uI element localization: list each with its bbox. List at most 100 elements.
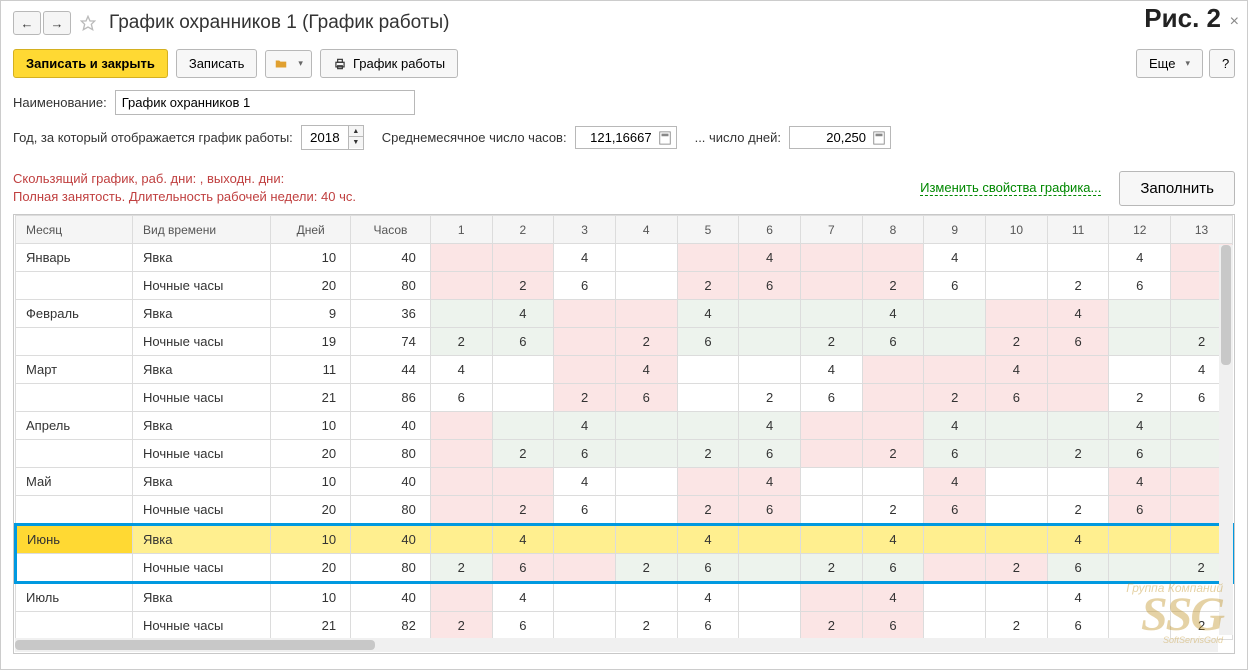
cell-day[interactable]: 2 — [1109, 384, 1171, 412]
table-row[interactable]: Ночные часы 21 86626262626 — [16, 384, 1233, 412]
cell-day[interactable] — [554, 583, 616, 612]
cell-hours[interactable]: 40 — [351, 583, 431, 612]
cell-day[interactable]: 4 — [986, 356, 1048, 384]
cell-day[interactable]: 2 — [554, 384, 616, 412]
attach-dropdown-button[interactable] — [265, 50, 312, 78]
cell-month[interactable] — [16, 384, 133, 412]
cell-type[interactable]: Ночные часы — [133, 384, 271, 412]
cell-day[interactable] — [1047, 468, 1109, 496]
cell-type[interactable]: Явка — [133, 525, 271, 554]
back-button[interactable]: ← — [13, 11, 41, 35]
cell-day[interactable]: 4 — [1109, 412, 1171, 440]
col-month[interactable]: Месяц — [16, 216, 133, 244]
cell-month[interactable]: Март — [16, 356, 133, 384]
cell-day[interactable] — [986, 440, 1048, 468]
cell-day[interactable] — [862, 356, 924, 384]
cell-type[interactable]: Ночные часы — [133, 496, 271, 525]
cell-month[interactable] — [16, 554, 133, 583]
col-day-9[interactable]: 9 — [924, 216, 986, 244]
cell-day[interactable] — [492, 384, 554, 412]
cell-day[interactable] — [1109, 554, 1171, 583]
cell-day[interactable] — [615, 244, 677, 272]
cell-month[interactable]: Май — [16, 468, 133, 496]
cell-day[interactable] — [1047, 384, 1109, 412]
cell-day[interactable] — [800, 412, 862, 440]
cell-days[interactable]: 20 — [271, 440, 351, 468]
cell-day[interactable] — [430, 244, 492, 272]
cell-month[interactable]: Июль — [16, 583, 133, 612]
cell-day[interactable]: 4 — [554, 468, 616, 496]
table-row[interactable]: Февраль Явка 9 364444 — [16, 300, 1233, 328]
cell-days[interactable]: 20 — [271, 554, 351, 583]
cell-month[interactable] — [16, 440, 133, 468]
cell-day[interactable] — [739, 356, 801, 384]
cell-month[interactable] — [16, 272, 133, 300]
cell-day[interactable]: 4 — [554, 412, 616, 440]
cell-hours[interactable]: 80 — [351, 440, 431, 468]
cell-day[interactable]: 2 — [430, 612, 492, 640]
cell-day[interactable]: 6 — [924, 496, 986, 525]
col-day-1[interactable]: 1 — [430, 216, 492, 244]
cell-day[interactable]: 6 — [554, 272, 616, 300]
cell-day[interactable]: 2 — [924, 384, 986, 412]
cell-day[interactable] — [554, 525, 616, 554]
cell-day[interactable]: 2 — [492, 440, 554, 468]
star-icon[interactable] — [79, 14, 97, 32]
cell-month[interactable] — [16, 612, 133, 640]
cell-day[interactable]: 6 — [677, 612, 739, 640]
cell-day[interactable]: 2 — [492, 272, 554, 300]
cell-day[interactable]: 6 — [615, 384, 677, 412]
cell-day[interactable] — [430, 468, 492, 496]
cell-day[interactable]: 4 — [739, 412, 801, 440]
cell-day[interactable]: 6 — [554, 440, 616, 468]
cell-day[interactable] — [492, 412, 554, 440]
cell-day[interactable]: 4 — [1047, 525, 1109, 554]
cell-day[interactable] — [430, 300, 492, 328]
cell-day[interactable] — [1109, 300, 1171, 328]
cell-day[interactable] — [986, 272, 1048, 300]
cell-day[interactable] — [739, 300, 801, 328]
cell-day[interactable]: 6 — [492, 612, 554, 640]
cell-day[interactable]: 4 — [924, 468, 986, 496]
cell-hours[interactable]: 86 — [351, 384, 431, 412]
close-icon[interactable]: × — [1230, 13, 1239, 31]
cell-hours[interactable]: 74 — [351, 328, 431, 356]
cell-day[interactable] — [739, 328, 801, 356]
col-days[interactable]: Дней — [271, 216, 351, 244]
cell-day[interactable]: 2 — [986, 328, 1048, 356]
table-row[interactable]: Ночные часы 19 74262626262 — [16, 328, 1233, 356]
cell-day[interactable] — [924, 300, 986, 328]
table-row[interactable]: Ночные часы 20 80262626262 — [16, 554, 1233, 583]
table-row[interactable]: Ночные часы 20 8026262626 — [16, 272, 1233, 300]
avg-hours-input[interactable] — [584, 129, 654, 146]
cell-day[interactable] — [986, 412, 1048, 440]
print-schedule-button[interactable]: График работы — [320, 49, 458, 78]
col-day-8[interactable]: 8 — [862, 216, 924, 244]
cell-hours[interactable]: 40 — [351, 412, 431, 440]
cell-day[interactable]: 6 — [862, 612, 924, 640]
avg-hours-field[interactable] — [575, 126, 677, 149]
forward-button[interactable]: → — [43, 11, 71, 35]
cell-day[interactable]: 4 — [924, 412, 986, 440]
cell-day[interactable]: 6 — [862, 328, 924, 356]
cell-day[interactable]: 2 — [800, 612, 862, 640]
vertical-scrollbar[interactable] — [1219, 245, 1233, 635]
cell-day[interactable]: 6 — [800, 384, 862, 412]
cell-day[interactable]: 4 — [615, 356, 677, 384]
cell-hours[interactable]: 80 — [351, 272, 431, 300]
cell-day[interactable]: 4 — [924, 244, 986, 272]
cell-day[interactable]: 2 — [615, 554, 677, 583]
cell-day[interactable]: 4 — [1109, 244, 1171, 272]
cell-day[interactable] — [615, 412, 677, 440]
cell-day[interactable]: 4 — [492, 525, 554, 554]
cell-type[interactable]: Явка — [133, 300, 271, 328]
cell-day[interactable]: 2 — [677, 272, 739, 300]
schedule-table[interactable]: Месяц Вид времени Дней Часов123456789101… — [14, 215, 1234, 640]
cell-day[interactable]: 6 — [986, 384, 1048, 412]
table-row[interactable]: Май Явка 10 404444 — [16, 468, 1233, 496]
cell-day[interactable]: 2 — [492, 496, 554, 525]
cell-day[interactable]: 6 — [1109, 496, 1171, 525]
cell-days[interactable]: 21 — [271, 384, 351, 412]
cell-day[interactable] — [739, 612, 801, 640]
cell-days[interactable]: 19 — [271, 328, 351, 356]
